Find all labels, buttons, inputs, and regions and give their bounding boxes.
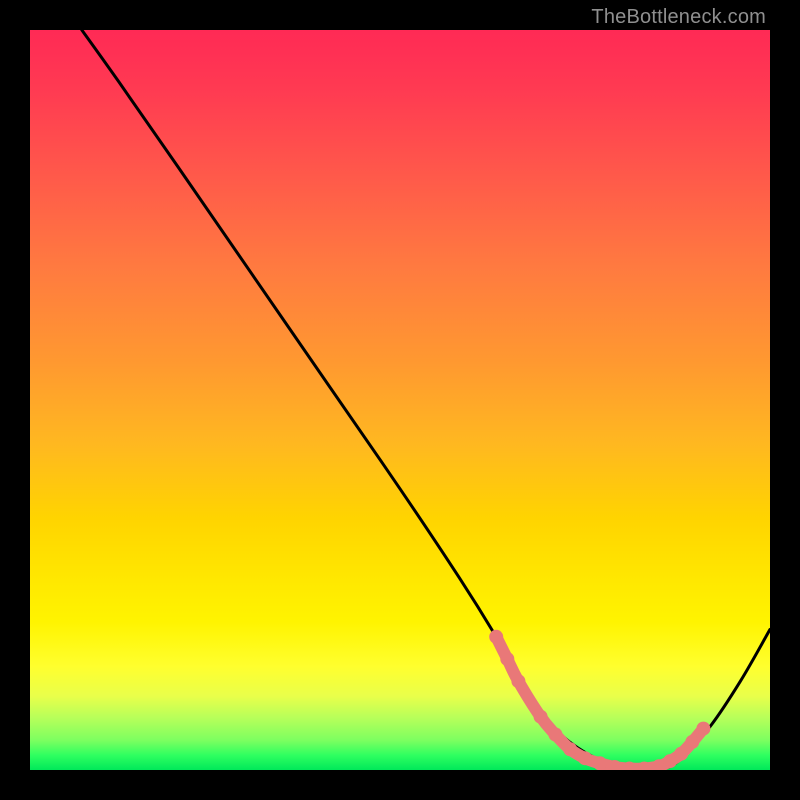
main-curve: [82, 30, 770, 770]
watermark-text: TheBottleneck.com: [591, 6, 766, 29]
dot: [593, 756, 607, 770]
dot: [489, 630, 503, 644]
dot: [534, 710, 548, 724]
dot: [696, 722, 710, 736]
dot: [674, 747, 688, 761]
dot: [548, 728, 562, 742]
dot-stroke: [496, 637, 703, 769]
plot-area: [30, 30, 770, 770]
dot: [578, 751, 592, 765]
dot-series: [489, 630, 710, 770]
dot: [500, 652, 514, 666]
dot: [511, 674, 525, 688]
dot: [563, 742, 577, 756]
chart-svg: [30, 30, 770, 770]
dot: [685, 735, 699, 749]
chart-frame: TheBottleneck.com: [0, 0, 800, 800]
